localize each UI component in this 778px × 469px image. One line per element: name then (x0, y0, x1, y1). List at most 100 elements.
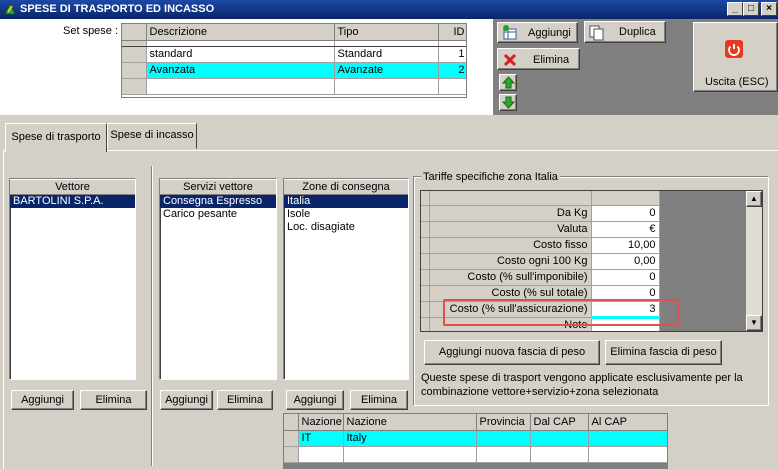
close-button[interactable]: × (761, 2, 777, 16)
nazioni-grid[interactable]: Nazione Nazione Provincia Dal CAP Al CAP… (283, 413, 668, 469)
tariffe-title: Tariffe specifiche zona Italia (421, 171, 560, 183)
cell-nazione-code[interactable]: IT (298, 430, 344, 447)
corner-cell (122, 24, 147, 41)
aggiungi-fascia-button[interactable]: Aggiungi nuova fascia di peso (424, 340, 600, 365)
table-row-empty[interactable] (284, 446, 667, 463)
cell-id[interactable]: 1 (438, 46, 466, 63)
set-spese-label: Set spese : (63, 25, 119, 37)
table-row-selected[interactable]: Avanzata Avanzate 2 (122, 62, 466, 79)
column-header-provincia[interactable]: Provincia (476, 414, 531, 431)
zone-elimina-button[interactable]: Elimina (350, 390, 408, 410)
nazioni-header-row: Nazione Nazione Provincia Dal CAP Al CAP (284, 414, 667, 431)
set-spese-grid[interactable]: Descrizione Tipo ID standard Standard 1 … (121, 23, 467, 98)
move-down-button[interactable] (499, 94, 517, 111)
tariffe-scrollbar[interactable]: ▲ ▼ (746, 191, 762, 331)
uscita-button[interactable]: Uscita (ESC) (693, 22, 778, 92)
uscita-label: Uscita (ESC) (705, 76, 769, 88)
cell-provincia[interactable] (476, 430, 531, 447)
tariffe-key: Da Kg (429, 205, 592, 222)
cell-tipo[interactable]: Avanzate (334, 62, 439, 79)
servizi-header: Servizi vettore (160, 179, 276, 195)
table-row-empty[interactable] (122, 78, 466, 95)
tariffe-value[interactable]: 0,00 (591, 253, 660, 270)
tab-spese-di-trasporto[interactable]: Spese di trasporto (5, 123, 107, 152)
zone-header: Zone di consegna (284, 179, 408, 195)
tariffe-note: Queste spese di trasport vengono applica… (421, 372, 743, 398)
column-header-tipo[interactable]: Tipo (334, 24, 439, 41)
cell-descrizione[interactable]: standard (146, 46, 335, 63)
copy-icon (589, 25, 604, 41)
elimina-label: Elimina (533, 54, 570, 66)
tariffe-key: Costo (% sull'imponibile) (429, 269, 592, 286)
row-indicator[interactable] (284, 430, 299, 447)
green-up-arrow-icon (502, 76, 515, 89)
tariffe-value[interactable]: € (591, 221, 660, 238)
maximize-button[interactable]: □ (743, 2, 759, 16)
table-row-selected[interactable]: IT Italy (284, 430, 667, 447)
corner-cell (284, 414, 299, 431)
red-x-icon (503, 53, 517, 67)
duplica-label: Duplica (619, 26, 656, 38)
tab-spese-di-incasso[interactable]: Spese di incasso (107, 123, 197, 149)
servizi-elimina-button[interactable]: Elimina (217, 390, 273, 410)
row-indicator[interactable] (122, 46, 147, 63)
cell-nazione-name[interactable]: Italy (343, 430, 477, 447)
servizi-aggiungi-button[interactable]: Aggiungi (160, 390, 213, 410)
divider (151, 166, 153, 466)
set-spese-header-row: Descrizione Tipo ID (122, 24, 466, 41)
list-item-servizio[interactable]: Consegna Espresso (160, 195, 276, 208)
cell-descrizione[interactable]: Avanzata (146, 62, 335, 79)
scroll-up-icon[interactable]: ▲ (746, 191, 762, 207)
move-up-button[interactable] (499, 74, 517, 91)
green-down-arrow-icon (502, 96, 515, 109)
zone-list[interactable]: Zone di consegna Italia Isole Loc. disag… (283, 178, 409, 380)
vettore-elimina-button[interactable]: Elimina (80, 390, 147, 410)
cell-tipo[interactable]: Standard (334, 46, 439, 63)
vettore-header: Vettore (10, 179, 135, 195)
row-indicator[interactable] (122, 62, 147, 79)
aggiungi-button[interactable]: Aggiungi (497, 22, 578, 43)
cell-al-cap[interactable] (588, 430, 667, 447)
duplica-button[interactable]: Duplica (584, 21, 666, 43)
list-item-vettore[interactable]: BARTOLINI S.P.A. (10, 195, 135, 208)
column-header-dal-cap[interactable]: Dal CAP (530, 414, 589, 431)
tariffe-key: Valuta (429, 221, 592, 238)
window-title: SPESE DI TRASPORTO ED INCASSO (20, 3, 215, 15)
tariffe-row[interactable]: Da Kg 0 (421, 205, 660, 222)
tariffe-key: Costo ogni 100 Kg (429, 253, 592, 270)
vettore-list[interactable]: Vettore BARTOLINI S.P.A. (9, 178, 136, 380)
power-icon (725, 40, 743, 58)
scroll-down-icon[interactable]: ▼ (746, 315, 762, 331)
highlight-box (443, 299, 679, 326)
tariffe-row[interactable]: Costo ogni 100 Kg 0,00 (421, 253, 660, 270)
list-item-zona[interactable]: Italia (284, 195, 408, 208)
tariffe-row[interactable]: Costo (% sull'imponibile) 0 (421, 269, 660, 286)
cell-id[interactable]: 2 (438, 62, 466, 79)
elimina-fascia-button[interactable]: Elimina fascia di peso (605, 340, 722, 365)
elimina-button[interactable]: Elimina (497, 48, 580, 70)
column-header-id[interactable]: ID (438, 24, 466, 41)
tariffe-key: Costo fisso (429, 237, 592, 254)
column-header-nazione-name[interactable]: Nazione (343, 414, 477, 431)
aggiungi-label: Aggiungi (528, 27, 571, 39)
column-header-descrizione[interactable]: Descrizione (146, 24, 335, 41)
list-item-zona[interactable]: Isole (284, 208, 408, 221)
minimize-button[interactable]: _ (727, 2, 743, 16)
column-header-al-cap[interactable]: Al CAP (588, 414, 667, 431)
list-item-zona[interactable]: Loc. disagiate (284, 221, 408, 234)
tariffe-row[interactable]: Costo fisso 10,00 (421, 237, 660, 254)
servizi-list[interactable]: Servizi vettore Consegna Espresso Carico… (159, 178, 277, 380)
column-header-nazione-code[interactable]: Nazione (298, 414, 344, 431)
zone-aggiungi-button[interactable]: Aggiungi (286, 390, 344, 410)
title-bar: SPESE DI TRASPORTO ED INCASSO _ □ × (0, 0, 778, 19)
cell-dal-cap[interactable] (530, 430, 589, 447)
tariffe-value[interactable]: 0 (591, 205, 660, 222)
table-row[interactable]: standard Standard 1 (122, 46, 466, 63)
list-item-servizio[interactable]: Carico pesante (160, 208, 276, 221)
tariffe-value[interactable]: 0 (591, 269, 660, 286)
table-add-icon (503, 25, 517, 40)
vettore-aggiungi-button[interactable]: Aggiungi (11, 390, 74, 410)
tariffe-row[interactable]: Valuta € (421, 221, 660, 238)
app-icon (4, 2, 16, 15)
tariffe-value[interactable]: 10,00 (591, 237, 660, 254)
